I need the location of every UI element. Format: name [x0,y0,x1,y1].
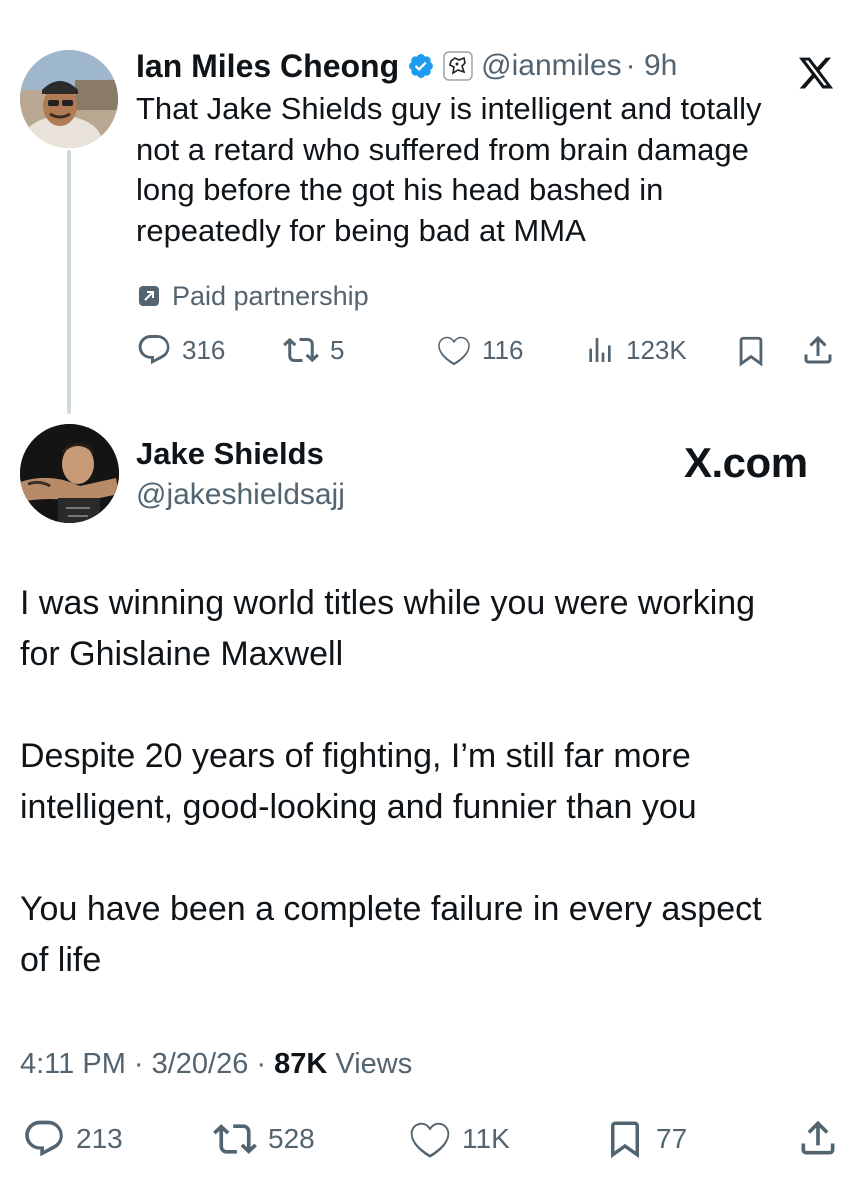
repost-count: 5 [330,334,345,365]
text-line: for Ghislaine Maxwell [20,635,344,673]
handle[interactable]: @ianmiles [481,49,622,83]
text-line: intelligent, good-looking and funnier th… [20,788,697,826]
like-count: 116 [482,334,524,365]
share-button[interactable] [800,332,836,368]
like-action[interactable]: 116 [436,332,523,368]
paid-partnership-icon [138,285,160,307]
repost-action[interactable]: 5 [282,332,344,368]
share-button[interactable] [796,1116,840,1160]
affiliate-badge-icon [443,51,473,81]
text-line: of life [20,941,102,979]
timestamp[interactable]: · 9h [626,49,678,83]
text-line: Despite 20 years of fighting, I’m still … [20,737,691,775]
bookmark-icon [734,333,768,369]
views-icon [584,332,616,368]
x-logo-icon[interactable] [796,54,836,92]
views-count: 123K [626,334,687,365]
tweet-text: I was winning world titles while you wer… [20,578,850,986]
share-icon [796,1116,840,1160]
like-icon [408,1117,452,1161]
tweet-text: That Jake Shields guy is intelligent and… [136,89,836,251]
views-label: Views [327,1048,413,1080]
reply-icon [136,332,172,368]
text-line: long before the got his head bashed in [136,172,664,207]
avatar-photo [20,50,118,148]
repost-icon [212,1117,258,1161]
author-name[interactable]: Jake Shields [136,434,324,474]
reply-count: 316 [182,334,226,365]
reply-action[interactable]: 316 [136,332,225,368]
avatar-ian[interactable] [20,50,118,148]
text-line: repeatedly for being bad at MMA [136,212,586,248]
tweet-meta: 4:11 PM · 3/20/26 · 87K Views [20,1044,412,1084]
repost-count: 528 [268,1123,315,1154]
author-name[interactable]: Ian Miles Cheong [136,48,399,85]
like-count: 11K [462,1123,510,1154]
bookmark-action[interactable]: 77 [604,1117,687,1161]
like-action[interactable]: 11K [408,1117,510,1161]
text-line: You have been a complete failure in ever… [20,890,762,928]
text-line: That Jake Shields guy is intelligent and… [136,91,762,126]
timestamp[interactable]: 4:11 PM · 3/20/26 · [20,1048,274,1080]
handle[interactable]: @jakeshieldsajj [136,475,345,515]
repost-icon [282,332,320,368]
verified-badge-icon [407,52,435,80]
reply-icon [22,1117,66,1161]
share-icon [800,332,836,368]
like-icon [436,332,472,368]
text-line: not a retard who suffered from brain dam… [136,131,749,167]
repost-action[interactable]: 528 [212,1117,315,1161]
reply-count: 213 [76,1123,123,1154]
thread-line [67,150,71,414]
views-count: 87K [274,1048,328,1080]
bookmark-count: 77 [656,1123,688,1154]
x-com-brand: X.com [684,439,808,486]
bookmark-icon [604,1117,646,1161]
reply-action[interactable]: 213 [22,1117,123,1161]
avatar-jake[interactable] [20,424,119,523]
views-action[interactable]: 123K [584,332,687,368]
bookmark-button[interactable] [734,333,768,369]
avatar-photo [20,424,119,523]
text-line: I was winning world titles while you wer… [20,584,756,622]
paid-partnership-label[interactable]: Paid partnership [172,281,369,312]
